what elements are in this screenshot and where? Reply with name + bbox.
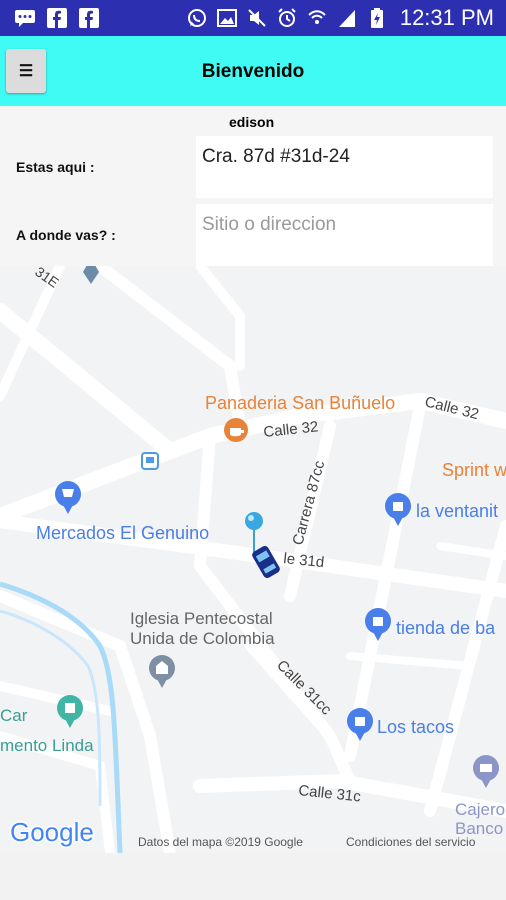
whatsapp-icon bbox=[186, 8, 208, 28]
location-pin-icon bbox=[245, 512, 263, 552]
poi-marker bbox=[83, 266, 99, 284]
image-icon bbox=[216, 8, 238, 28]
roads bbox=[0, 266, 506, 853]
alarm-icon bbox=[276, 8, 298, 28]
poi-label: Car bbox=[0, 706, 28, 725]
status-bar: 12:31 PM bbox=[0, 0, 506, 36]
clock: 12:31 PM bbox=[399, 5, 494, 30]
mute-icon bbox=[246, 8, 268, 28]
poi-label: Iglesia Pentecostal bbox=[130, 609, 273, 628]
poi-label: mento Linda bbox=[0, 736, 94, 755]
poi-label: Los tacos bbox=[377, 717, 454, 737]
poi-label: Unida de Colombia bbox=[130, 629, 275, 648]
terms-link[interactable]: Condiciones del servicio bbox=[346, 835, 476, 849]
map-view[interactable]: 31E Panaderia San Buñuelo Calle 32 Calle… bbox=[0, 266, 506, 853]
username: edison bbox=[229, 114, 275, 130]
facebook-icon bbox=[78, 8, 100, 28]
page-title: Bienvenido bbox=[201, 61, 305, 82]
facebook-icon bbox=[46, 8, 68, 28]
road-label: le 31d bbox=[283, 550, 325, 571]
signal-icon bbox=[336, 8, 358, 28]
poi-label: Mercados El Genuino bbox=[36, 523, 209, 543]
shopping-cart-icon bbox=[55, 481, 81, 514]
poi-label: Panaderia San Buñuelo bbox=[205, 393, 395, 413]
church-icon bbox=[149, 655, 175, 688]
road-label: Calle 32 bbox=[423, 393, 481, 423]
landmark-icon bbox=[57, 695, 83, 728]
bakery-poi-icon bbox=[224, 418, 248, 442]
origin-label: Estas aqui : bbox=[16, 159, 95, 175]
battery-icon bbox=[366, 8, 388, 28]
map-attribution: Datos del mapa ©2019 Google bbox=[138, 835, 303, 849]
poi-label: Sprint w bbox=[442, 460, 506, 480]
svg-text:Google: Google bbox=[10, 817, 94, 847]
poi-label: Cajero bbox=[455, 800, 505, 819]
trip-form: edison Estas aqui : Cra. 87d #31d-24 A d… bbox=[0, 106, 506, 266]
map-canvas: 31E Panaderia San Buñuelo Calle 32 Calle… bbox=[0, 266, 506, 853]
chat-icon bbox=[14, 8, 36, 28]
app-bar: ☰ Bienvenido bbox=[0, 36, 506, 106]
google-logo: Google bbox=[9, 816, 96, 849]
wifi-icon bbox=[306, 8, 328, 28]
origin-field[interactable]: Cra. 87d #31d-24 bbox=[196, 136, 493, 198]
atm-icon bbox=[473, 755, 499, 788]
road-label: Carrera 87cc bbox=[289, 458, 328, 547]
poi-label: la ventanit bbox=[416, 501, 498, 521]
bottom-bar bbox=[0, 853, 506, 900]
destination-input[interactable]: Sitio o direccion bbox=[196, 204, 493, 266]
poi-label: tienda de ba bbox=[396, 618, 496, 638]
shop-bag-icon bbox=[385, 493, 411, 526]
destination-label: A donde vas? : bbox=[16, 227, 116, 243]
